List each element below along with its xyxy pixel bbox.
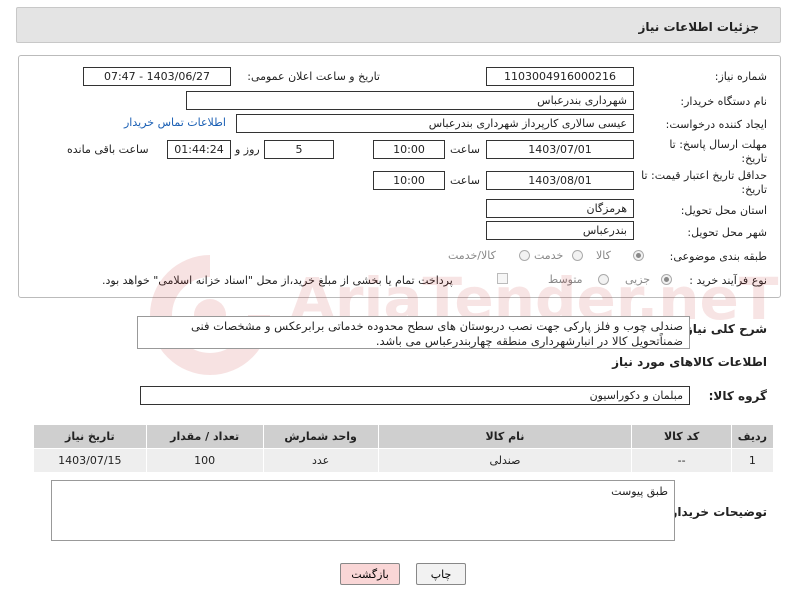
price-validity-date-field: 1403/08/01 xyxy=(486,171,634,190)
reply-days-label: روز و xyxy=(235,143,260,156)
cell-index: 1 xyxy=(730,448,775,473)
description-textarea[interactable]: صندلی چوب و فلز پارکی جهت نصب دربوستان ه… xyxy=(137,316,690,349)
col-date: تاریخ نیاز xyxy=(33,424,147,449)
reply-deadline-label: مهلت ارسال پاسخ: تا xyxy=(669,138,767,151)
province-label: استان محل تحویل: xyxy=(680,204,767,217)
need-number-label: شماره نیاز: xyxy=(714,70,767,83)
goods-section-title: اطلاعات کالاهای مورد نیاز xyxy=(612,355,767,369)
page-title: جزئیات اطلاعات نیاز xyxy=(638,20,759,34)
cell-name: صندلی xyxy=(377,448,633,473)
buyer-org-field: شهرداری بندرعباس xyxy=(186,91,634,110)
buyer-notes-label: توضیحات خریدار: xyxy=(665,505,767,519)
price-validity-label-date: تاریخ: xyxy=(741,183,767,196)
col-qty: تعداد / مقدار xyxy=(145,424,264,449)
reply-deadline-label-date: تاریخ: xyxy=(741,152,767,165)
cell-unit: عدد xyxy=(262,448,379,473)
category-radio-goods[interactable] xyxy=(633,250,644,261)
goods-group-label: گروه کالا: xyxy=(708,389,767,403)
table-row: 1 -- صندلی عدد 100 1403/07/15 xyxy=(33,448,775,473)
print-button[interactable]: چاپ xyxy=(416,563,466,585)
description-label: شرح کلی نیاز: xyxy=(681,322,767,336)
category-option-goods: کالا xyxy=(596,249,611,262)
buyer-notes-textarea[interactable]: طبق پیوست xyxy=(51,480,675,541)
goods-group-field: مبلمان و دکوراسیون xyxy=(140,386,690,405)
buyer-contact-link[interactable]: اطلاعات تماس خریدار xyxy=(124,116,226,129)
col-unit: واحد شمارش xyxy=(262,424,379,449)
cell-qty: 100 xyxy=(145,448,264,473)
goods-table-header: ردیف کد کالا نام کالا واحد شمارش تعداد /… xyxy=(33,424,775,449)
category-label: طبقه بندی موضوعی: xyxy=(669,250,767,263)
creator-label: ایجاد کننده درخواست: xyxy=(665,118,767,131)
back-button[interactable]: بازگشت xyxy=(340,563,400,585)
cell-code: -- xyxy=(631,448,732,473)
category-radio-goods-service[interactable] xyxy=(519,250,530,261)
price-validity-time-label: ساعت xyxy=(450,174,480,187)
col-code: کد کالا xyxy=(631,424,732,449)
province-field: هرمزگان xyxy=(486,199,634,218)
reply-time-field: 10:00 xyxy=(373,140,445,159)
col-name: نام کالا xyxy=(377,424,633,449)
cell-date: 1403/07/15 xyxy=(33,448,147,473)
price-validity-label: حداقل تاریخ اعتبار قیمت: تا xyxy=(641,169,767,182)
remaining-time-field: 01:44:24 xyxy=(167,140,231,159)
creator-field: عیسی سالاری کارپرداز شهرداری بندرعباس xyxy=(236,114,634,133)
price-validity-time-field: 10:00 xyxy=(373,171,445,190)
need-number-field: 1103004916000216 xyxy=(486,67,634,86)
reply-date-field: 1403/07/01 xyxy=(486,140,634,159)
category-option-goods-service: کالا/خدمت xyxy=(448,249,496,262)
reply-time-label: ساعت xyxy=(450,143,480,156)
buyer-org-label: نام دستگاه خریدار: xyxy=(680,95,767,108)
category-option-service: خدمت xyxy=(534,249,564,262)
remaining-time-label: ساعت باقی مانده xyxy=(67,143,149,156)
announce-field: 1403/06/27 - 07:47 xyxy=(83,67,231,86)
city-label: شهر محل تحویل: xyxy=(687,226,767,239)
category-radio-service[interactable] xyxy=(572,250,583,261)
col-index: ردیف xyxy=(730,424,775,449)
goods-table: ردیف کد کالا نام کالا واحد شمارش تعداد /… xyxy=(33,424,775,473)
city-field: بندرعباس xyxy=(486,221,634,240)
reply-days-field: 5 xyxy=(264,140,334,159)
announce-label: تاریخ و ساعت اعلان عمومی: xyxy=(247,70,380,83)
